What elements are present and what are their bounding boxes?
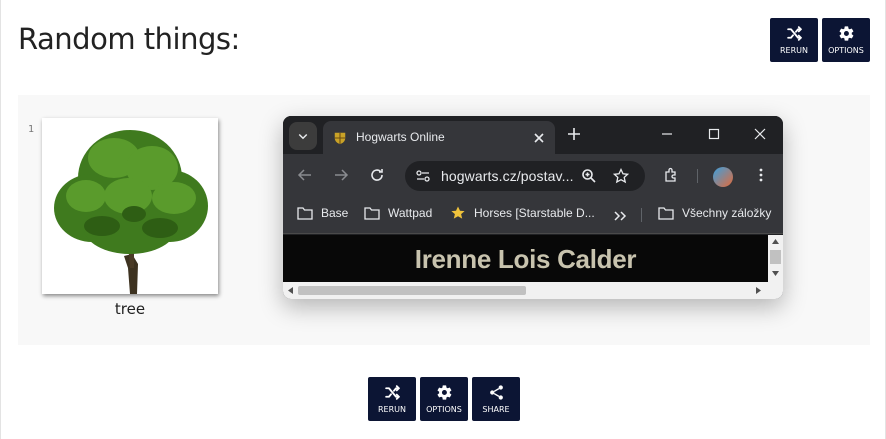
share-button[interactable]: SHARE <box>472 377 520 421</box>
folder-icon <box>297 207 313 220</box>
kebab-menu-icon[interactable] <box>753 167 769 183</box>
gear-icon <box>839 26 853 41</box>
bookmark-horses[interactable]: Horses [Starstable D... <box>450 206 595 220</box>
bookmarks-bar: Base Wattpad Horses [Starstable D... Vše… <box>283 196 783 234</box>
share-icon <box>489 385 503 400</box>
bookmark-base[interactable]: Base <box>297 206 348 220</box>
star-icon <box>451 206 465 219</box>
bookmark-all[interactable]: Všechny záložky <box>658 206 771 220</box>
vertical-scrollbar[interactable] <box>768 235 783 282</box>
bookmark-label: Base <box>321 206 349 220</box>
tab-hogwarts-online[interactable]: Hogwarts Online <box>323 121 555 154</box>
result-number: 1 <box>28 124 35 135</box>
site-settings-icon[interactable] <box>415 168 431 184</box>
bookmarks-separator <box>641 208 642 222</box>
minimize-icon[interactable] <box>660 127 674 141</box>
window-close-icon[interactable] <box>753 127 767 141</box>
rerun-button[interactable]: RERUN <box>770 18 818 62</box>
tab-title: Hogwarts Online <box>356 130 445 144</box>
star-bookmark-icon[interactable] <box>613 168 629 184</box>
address-bar[interactable]: hogwarts.cz/postav... <box>405 161 645 191</box>
horizontal-scroll-thumb[interactable] <box>298 286 526 295</box>
result-image-card[interactable] <box>42 118 218 294</box>
forward-arrow-icon[interactable] <box>333 167 349 183</box>
bookmark-wattpad[interactable]: Wattpad <box>364 206 432 220</box>
profile-avatar[interactable] <box>713 167 733 187</box>
tab-bar: Hogwarts Online <box>283 116 783 154</box>
tab-search-button[interactable] <box>289 122 317 150</box>
character-name-heading: Irenne Lois Calder <box>414 244 637 274</box>
browser-toolbar: hogwarts.cz/postav... <box>283 154 783 196</box>
bottom-options-button[interactable]: OPTIONS <box>420 377 468 421</box>
page-title: Random things: <box>18 22 240 56</box>
scroll-up-icon[interactable] <box>771 238 780 245</box>
toolbar-separator <box>697 169 698 183</box>
vertical-scroll-thumb[interactable] <box>770 250 781 264</box>
shuffle-icon <box>786 26 802 41</box>
scroll-right-icon[interactable] <box>755 286 762 295</box>
back-arrow-icon[interactable] <box>297 167 313 183</box>
url-text: hogwarts.cz/postav... <box>441 168 574 184</box>
folder-icon <box>364 207 380 220</box>
horizontal-scrollbar[interactable] <box>283 282 783 299</box>
rerun-label: RERUN <box>377 405 406 414</box>
chevron-double-right-icon[interactable] <box>612 208 628 224</box>
options-label: OPTIONS <box>426 405 462 414</box>
bookmark-label: Všechny záložky <box>682 206 772 220</box>
gear-icon <box>437 385 451 400</box>
plus-icon[interactable] <box>566 126 582 142</box>
bottom-rerun-button[interactable]: RERUN <box>368 377 416 421</box>
chevron-down-icon <box>298 133 308 140</box>
hogwarts-crest-icon <box>334 132 346 145</box>
scroll-left-icon[interactable] <box>287 286 294 295</box>
scroll-down-icon[interactable] <box>771 270 780 277</box>
options-button[interactable]: OPTIONS <box>822 18 870 62</box>
share-label: SHARE <box>482 405 510 414</box>
zoom-icon[interactable] <box>581 168 597 184</box>
folder-icon <box>658 207 674 220</box>
browser-window: Hogwarts Online hogwarts.cz/postav... Ba… <box>283 116 783 299</box>
rerun-label: RERUN <box>779 46 808 55</box>
extensions-icon[interactable] <box>663 167 679 183</box>
options-label: OPTIONS <box>828 46 864 55</box>
shuffle-icon <box>384 385 400 400</box>
maximize-icon[interactable] <box>707 127 721 141</box>
page-content: Irenne Lois Calder <box>283 235 768 282</box>
close-icon[interactable] <box>531 130 547 146</box>
bookmark-label: Horses [Starstable D... <box>474 206 595 220</box>
reload-icon[interactable] <box>369 167 385 183</box>
tree-icon <box>54 130 208 294</box>
result-label: tree <box>114 300 146 318</box>
bookmark-label: Wattpad <box>388 206 433 220</box>
